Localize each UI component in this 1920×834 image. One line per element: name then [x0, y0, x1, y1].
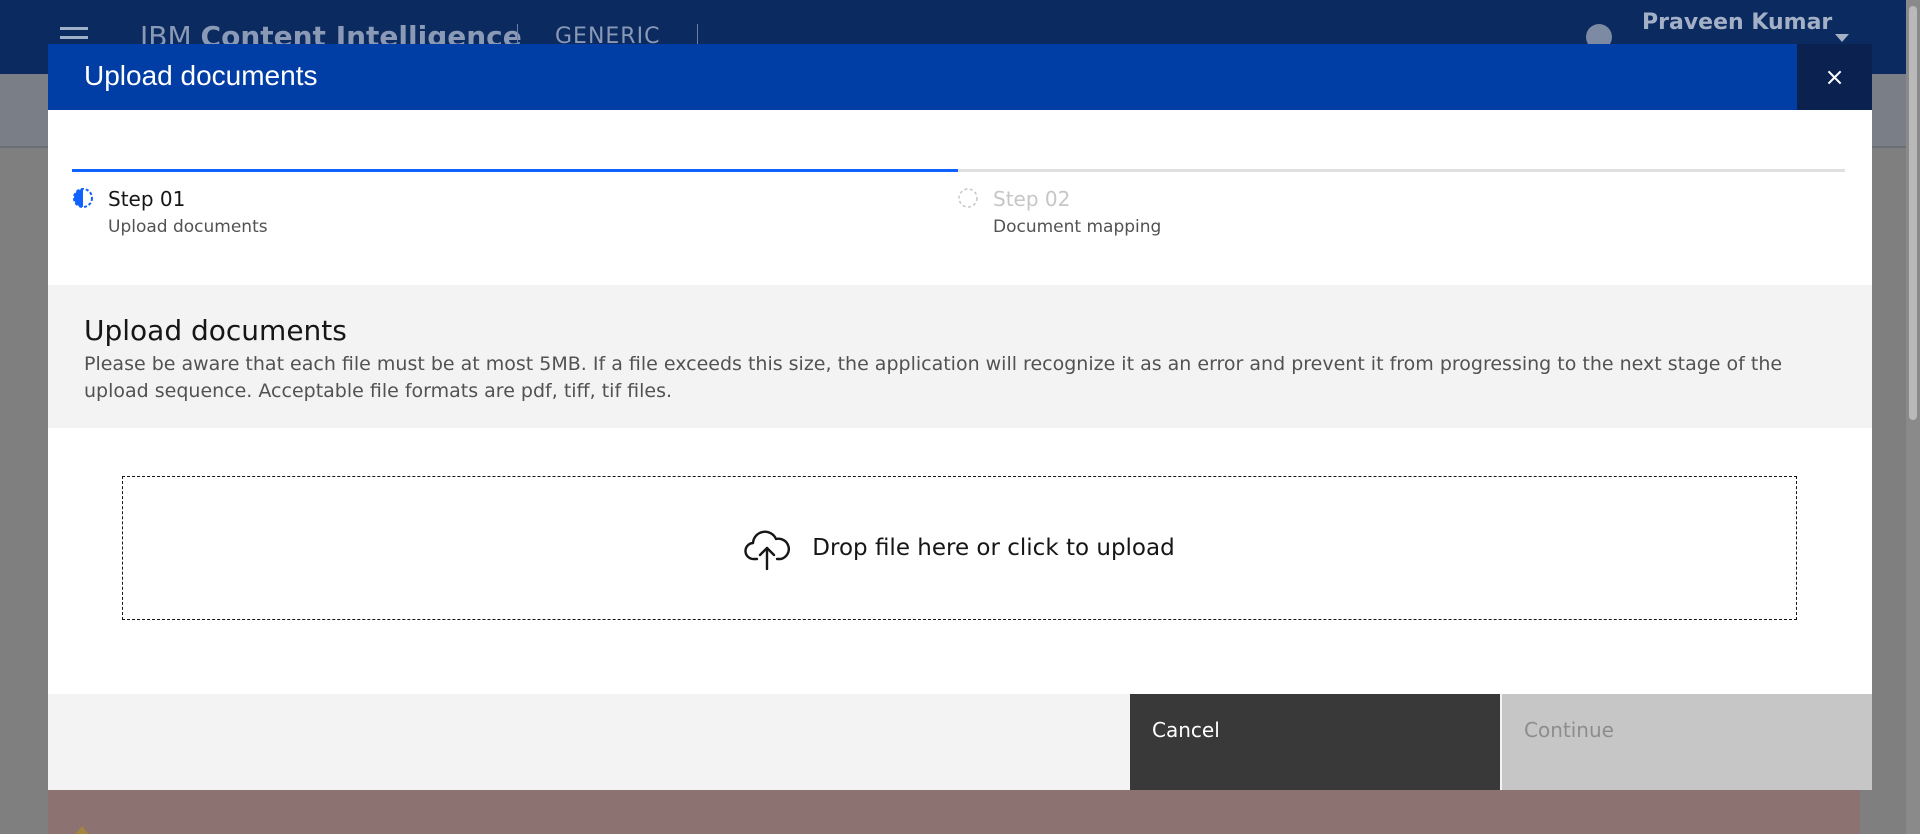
cancel-button[interactable]: Cancel [1130, 694, 1500, 790]
step-1-number: Step 01 [108, 187, 186, 211]
step-track-fill [72, 169, 958, 172]
warning-banner [48, 790, 1860, 834]
step-incomplete-icon [958, 188, 978, 208]
upload-instructions: Please be aware that each file must be a… [84, 353, 1783, 402]
header-divider [517, 24, 518, 46]
header-divider [697, 24, 698, 46]
modal-footer: Cancel Continue [48, 694, 1872, 790]
warning-icon [74, 826, 90, 834]
step-2-number: Step 02 [993, 187, 1071, 211]
continue-button[interactable]: Continue [1502, 694, 1872, 790]
step-current-icon [73, 188, 93, 208]
close-icon: × [1824, 63, 1845, 91]
user-name[interactable]: Praveen Kumar [1642, 10, 1832, 35]
modal-title: Upload documents [84, 60, 318, 91]
cloud-upload-icon [744, 530, 791, 570]
page-scrollbar[interactable] [1906, 0, 1920, 834]
close-button[interactable]: × [1797, 44, 1872, 110]
progress-indicator: Step 01 Upload documents Step 02 Documen… [72, 169, 1845, 249]
scrollbar-thumb[interactable] [1909, 6, 1917, 420]
step-track [72, 169, 1845, 172]
step-2-description: Document mapping [993, 217, 1162, 237]
file-dropzone[interactable]: Drop file here or click to upload [122, 476, 1797, 620]
section-heading: Upload documents [84, 314, 347, 347]
step-1-description: Upload documents [108, 217, 268, 237]
chevron-down-icon[interactable] [1835, 34, 1849, 42]
dropzone-label: Drop file here or click to upload [812, 535, 1175, 561]
upload-modal: Upload documents × Step 01 Upload docume… [48, 44, 1872, 790]
modal-header: Upload documents × [48, 44, 1872, 110]
